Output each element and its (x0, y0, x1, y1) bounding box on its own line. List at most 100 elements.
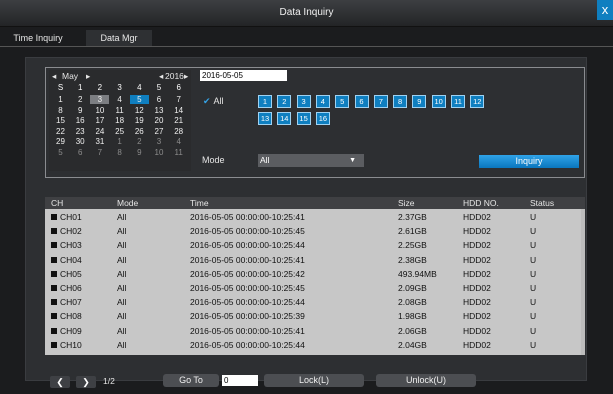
table-row[interactable]: CH08 All 2016-05-05 00:00:00-10:25:39 1.98G… (45, 310, 585, 321)
cell-ch-label: CH03 (60, 240, 82, 251)
calendar-day[interactable]: 5 (129, 95, 149, 104)
calendar-day[interactable]: 5 (51, 148, 70, 157)
unlock-button[interactable]: Unlock(U) (376, 374, 476, 387)
prev-page-button[interactable]: ❮ (50, 376, 70, 388)
next-page-button[interactable]: ❯ (76, 376, 96, 388)
calendar-day[interactable]: 10 (90, 106, 109, 115)
calendar-day[interactable]: 7 (90, 148, 109, 157)
calendar-day[interactable]: 1 (110, 137, 129, 146)
cell-ch: CH08 (51, 311, 82, 321)
calendar-day[interactable]: 28 (169, 127, 188, 136)
tab-data-mgr[interactable]: Data Mgr (86, 30, 152, 46)
table-row[interactable]: CH09 All 2016-05-05 00:00:00-10:25:41 2.06G… (45, 325, 585, 336)
calendar-day[interactable]: 29 (51, 137, 70, 146)
lock-button[interactable]: Lock(L) (264, 374, 364, 387)
cell-size: 2.04GB (398, 339, 427, 350)
table-row[interactable]: CH07 All 2016-05-05 00:00:00-10:25:44 2.08G… (45, 296, 585, 307)
channel-button-5[interactable]: 5 (335, 95, 350, 108)
calendar-day[interactable]: 4 (169, 137, 188, 146)
table-row[interactable]: CH10 All 2016-05-05 00:00:00-10:25:44 2.04G… (45, 339, 585, 350)
table-row[interactable]: CH06 All 2016-05-05 00:00:00-10:25:45 2.09G… (45, 282, 585, 293)
channel-button-14[interactable]: 14 (277, 112, 292, 125)
channel-button-12[interactable]: 12 (470, 95, 485, 108)
prev-year-button[interactable]: ◂ (159, 71, 163, 82)
calendar-day[interactable]: 31 (90, 137, 109, 146)
calendar-day[interactable]: 3 (90, 95, 110, 104)
cell-ch: CH07 (51, 297, 82, 307)
calendar-day[interactable]: 25 (110, 127, 129, 136)
calendar-day[interactable]: 12 (130, 106, 149, 115)
channel-button-7[interactable]: 7 (373, 95, 388, 108)
channel-button-13[interactable]: 13 (258, 112, 272, 125)
table-row[interactable]: CH05 All 2016-05-05 00:00:00-10:25:42 493.9… (45, 268, 585, 279)
calendar-year: 2016 (165, 71, 184, 81)
calendar-day[interactable]: 27 (150, 127, 169, 136)
calendar-day[interactable]: 30 (71, 137, 90, 146)
calendar-day[interactable]: 26 (130, 127, 149, 136)
calendar-day[interactable]: 3 (150, 137, 169, 146)
calendar-day[interactable]: 24 (90, 127, 109, 136)
cell-size: 2.06GB (398, 325, 427, 336)
calendar-day[interactable]: 11 (110, 106, 129, 115)
page-indicator: 1/2 (103, 376, 115, 386)
table-row[interactable]: CH02 All 2016-05-05 00:00:00-10:25:45 2.61G… (45, 225, 585, 236)
calendar-day[interactable]: 9 (71, 106, 90, 115)
channel-button-6[interactable]: 6 (354, 95, 369, 108)
calendar-day[interactable]: 13 (150, 106, 169, 115)
calendar-day[interactable]: 7 (169, 95, 188, 104)
tab-time-inquiry[interactable]: Time Inquiry (2, 30, 74, 46)
channel-button-8[interactable]: 8 (393, 95, 408, 108)
calendar-day[interactable]: 10 (150, 148, 169, 157)
calendar-day[interactable]: 9 (130, 148, 149, 157)
calendar-day[interactable]: 8 (110, 148, 129, 157)
inquiry-button[interactable]: Inquiry (479, 155, 579, 168)
calendar-day[interactable]: 23 (71, 127, 90, 136)
channel-button-15[interactable]: 15 (296, 112, 311, 125)
channel-button-10[interactable]: 10 (431, 95, 446, 108)
cell-status: U (530, 268, 537, 279)
mode-select[interactable]: All ▼ (258, 154, 364, 167)
goto-page-input[interactable]: 0 (222, 375, 258, 386)
table-row[interactable]: CH03 All 2016-05-05 00:00:00-10:25:44 2.25G… (45, 239, 585, 250)
channel-button-3[interactable]: 3 (296, 95, 311, 108)
table-scrollbar[interactable] (581, 209, 585, 355)
calendar-day[interactable]: 19 (130, 116, 149, 125)
calendar-day[interactable]: 20 (150, 116, 169, 125)
next-year-button[interactable]: ▸ (184, 71, 188, 82)
cell-hdd: HDD02 (463, 311, 491, 322)
calendar-day[interactable]: 18 (110, 116, 129, 125)
channel-button-2[interactable]: 2 (277, 95, 292, 108)
channel-button-9[interactable]: 9 (412, 95, 427, 108)
calendar-day[interactable]: 4 (110, 95, 129, 104)
calendar-day[interactable]: 8 (51, 106, 70, 115)
calendar-day[interactable]: 15 (51, 116, 70, 125)
calendar-day[interactable]: 16 (71, 116, 90, 125)
date-field[interactable]: 2016-05-05 (200, 70, 287, 81)
cell-ch: CH05 (51, 269, 82, 279)
calendar-day[interactable]: 11 (169, 148, 188, 157)
goto-button[interactable]: Go To (163, 374, 219, 387)
close-button[interactable]: x (597, 0, 613, 20)
channel-button-16[interactable]: 16 (315, 112, 330, 125)
calendar-day[interactable]: 6 (71, 148, 90, 157)
cell-ch: CH01 (51, 212, 82, 222)
calendar: ◂ May ▸ ◂ 2016 ▸ S 1 2 3 4 5 6 1 2 3 4 5 6 7 8 9 10 11 12 1… (49, 70, 191, 171)
calendar-day[interactable]: 21 (169, 116, 188, 125)
header-time: Time (190, 198, 209, 208)
channel-button-11[interactable]: 11 (451, 95, 465, 108)
calendar-day[interactable]: 14 (169, 106, 188, 115)
channel-button-4[interactable]: 4 (315, 95, 330, 108)
next-month-button[interactable]: ▸ (86, 71, 90, 82)
calendar-day[interactable]: 17 (90, 116, 109, 125)
calendar-day[interactable]: 2 (130, 137, 149, 146)
all-channels-checkbox[interactable]: ✔ All (203, 96, 224, 107)
channel-button-1[interactable]: 1 (258, 95, 272, 108)
calendar-day[interactable]: 2 (71, 95, 90, 104)
calendar-day[interactable]: 22 (51, 127, 70, 136)
prev-month-button[interactable]: ◂ (52, 71, 56, 82)
table-row[interactable]: CH01 All 2016-05-05 00:00:00-10:25:41 2.37G… (45, 211, 585, 222)
table-row[interactable]: CH04 All 2016-05-05 00:00:00-10:25:41 2.38G… (45, 254, 585, 265)
calendar-day[interactable]: 1 (51, 95, 70, 104)
calendar-day[interactable]: 6 (150, 95, 169, 104)
cell-ch: CH10 (51, 340, 82, 350)
